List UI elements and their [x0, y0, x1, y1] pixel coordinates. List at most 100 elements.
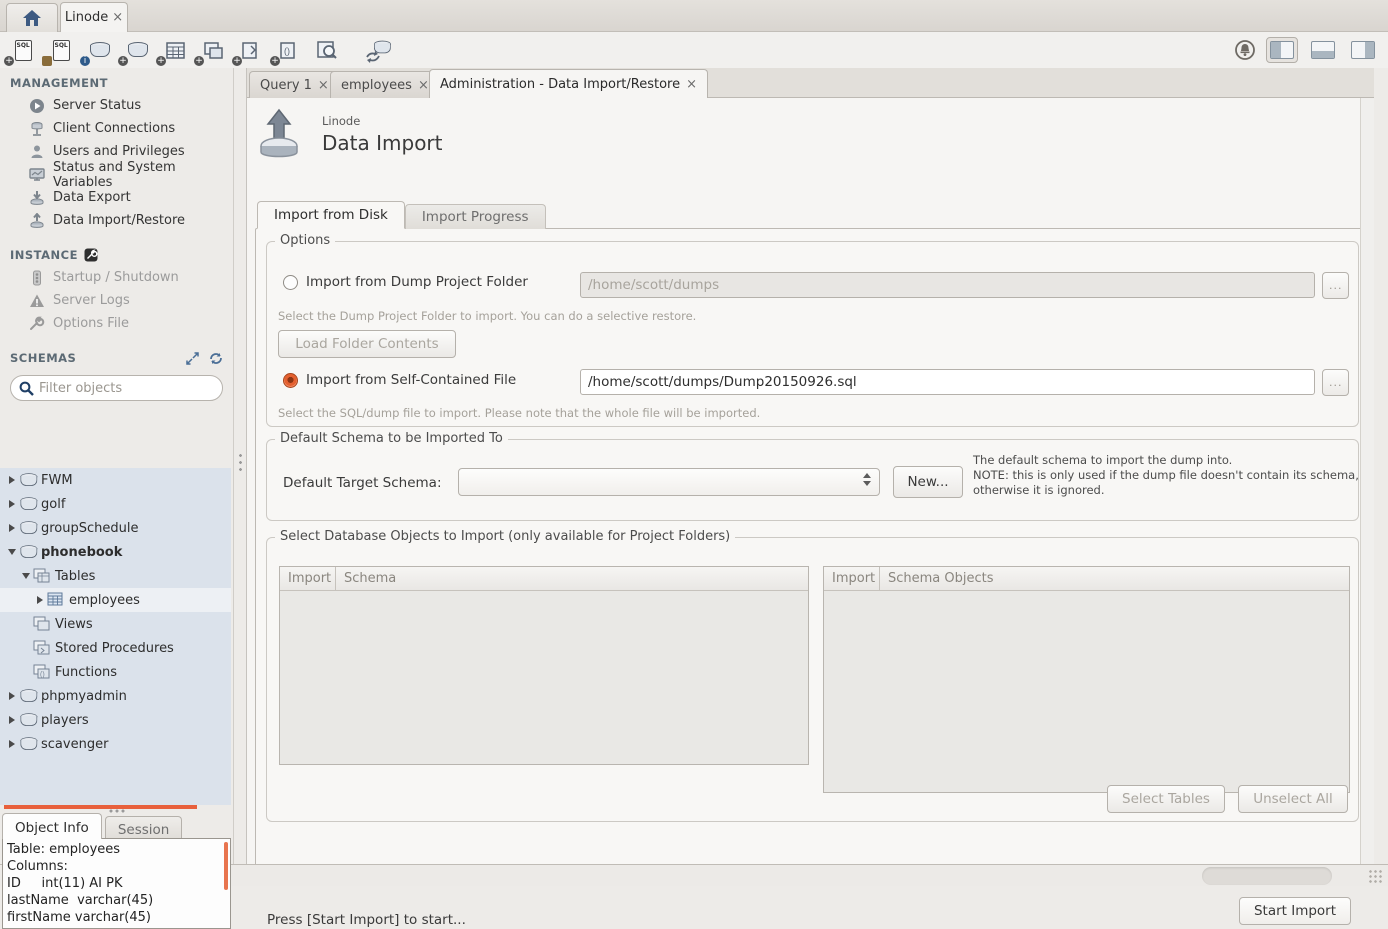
data-import-icon [28, 212, 45, 229]
tree-item-stored-procedures[interactable]: Stored Procedures [0, 636, 231, 660]
tab-query-1[interactable]: Query 1 × [249, 71, 340, 98]
sidebar-item-server-status[interactable]: Server Status [0, 94, 233, 117]
import-subtabs: Import from Disk Import Progress [257, 201, 546, 229]
tab-object-info[interactable]: Object Info [2, 813, 102, 839]
connection-tab-label: Linode [65, 10, 108, 25]
column-header-schema[interactable]: Schema [336, 567, 404, 590]
folder-radio-row: Import from Dump Project Folder [283, 274, 528, 290]
connection-tab[interactable]: Linode × [60, 2, 128, 32]
chevron-down-icon[interactable] [5, 549, 18, 555]
create-view-icon[interactable]: + [198, 37, 228, 63]
close-icon[interactable]: × [686, 78, 697, 91]
main-vertical-scrollbar[interactable] [1360, 98, 1374, 864]
import-file-radio[interactable] [283, 373, 298, 388]
default-target-schema-select[interactable] [458, 468, 880, 496]
tab-employees[interactable]: employees × [330, 71, 440, 98]
sidebar-item-data-import-restore[interactable]: Data Import/Restore [0, 209, 233, 232]
expand-schemas-icon[interactable] [186, 352, 199, 365]
chevron-right-icon[interactable] [5, 524, 18, 532]
chevron-right-icon[interactable] [5, 740, 18, 748]
sidebar-item-server-logs[interactable]: Server Logs [0, 289, 233, 312]
sidebar-item-client-connections[interactable]: Client Connections [0, 117, 233, 140]
chevron-right-icon[interactable] [5, 716, 18, 724]
sidebar-item-status-system-variables[interactable]: Status and System Variables [0, 163, 233, 186]
home-tab[interactable] [6, 3, 58, 32]
status-progress-area [1202, 867, 1332, 885]
toggle-right-sidebar-button[interactable] [1348, 38, 1378, 62]
startup-shutdown-icon [28, 269, 45, 286]
schema-table[interactable]: Import Schema [279, 566, 809, 765]
tree-item-phonebook[interactable]: phonebook [0, 540, 231, 564]
tree-item-golf[interactable]: golf [0, 492, 231, 516]
import-from-disk-panel: Options Import from Dump Project Folder … [255, 228, 1368, 871]
instance-header: INSTANCE [0, 232, 233, 266]
new-sql-tab-icon[interactable]: SQL + [8, 37, 38, 63]
page-header: Linode Data Import [258, 108, 443, 162]
close-icon[interactable]: × [112, 11, 123, 24]
reconnect-database-icon[interactable] [364, 37, 394, 63]
sidebar-item-startup-shutdown[interactable]: Startup / Shutdown [0, 266, 233, 289]
tab-import-from-disk[interactable]: Import from Disk [257, 201, 405, 229]
new-schema-button[interactable]: New... [893, 466, 963, 498]
tab-import-progress[interactable]: Import Progress [405, 204, 546, 229]
options-group: Options Import from Dump Project Folder … [266, 241, 1359, 427]
import-folder-radio[interactable] [283, 275, 298, 290]
tree-item-tables[interactable]: Tables [0, 564, 231, 588]
chevron-down-icon[interactable] [19, 573, 32, 579]
schema-icon [19, 496, 37, 512]
tree-item-functions[interactable]: () Functions [0, 660, 231, 684]
tab-administration-data-import[interactable]: Administration - Data Import/Restore × [429, 69, 708, 98]
schema-filter-input[interactable] [39, 381, 214, 396]
browse-file-button[interactable]: ... [1322, 369, 1349, 396]
tree-item-scavenger[interactable]: scavenger [0, 732, 231, 756]
tables-folder-icon [33, 568, 51, 584]
window-resize-grip[interactable] [1368, 869, 1384, 883]
schema-inspector-icon[interactable]: i [84, 37, 114, 63]
column-header-schema-objects[interactable]: Schema Objects [880, 567, 1002, 590]
info-panel-scrollbar[interactable] [224, 842, 228, 890]
dump-file-input[interactable] [580, 369, 1315, 395]
chevron-right-icon[interactable] [33, 596, 46, 604]
tab-session[interactable]: Session [105, 816, 183, 839]
schema-icon [19, 712, 37, 728]
close-icon[interactable]: × [418, 79, 429, 92]
schema-icon [19, 544, 37, 560]
column-header-import[interactable]: Import [824, 567, 880, 590]
close-icon[interactable]: × [318, 79, 329, 92]
default-schema-legend: Default Schema to be Imported To [275, 431, 508, 446]
start-import-button[interactable]: Start Import [1239, 897, 1351, 925]
tree-item-players[interactable]: players [0, 708, 231, 732]
tree-item-phpmyadmin[interactable]: phpmyadmin [0, 684, 231, 708]
toggle-left-sidebar-button[interactable] [1266, 37, 1298, 63]
refresh-schemas-icon[interactable] [209, 352, 223, 365]
client-connections-icon [28, 120, 45, 137]
dump-folder-input[interactable] [580, 272, 1315, 298]
tree-item-groupschedule[interactable]: groupSchedule [0, 516, 231, 540]
sidebar-splitter[interactable] [233, 68, 247, 864]
tree-item-employees[interactable]: employees [0, 588, 231, 612]
schema-objects-table[interactable]: Import Schema Objects [823, 566, 1350, 793]
sidebar-item-options-file[interactable]: Options File [0, 312, 233, 335]
chevron-right-icon[interactable] [5, 476, 18, 484]
toggle-bottom-panel-button[interactable] [1308, 38, 1338, 62]
create-function-icon[interactable]: () + [274, 37, 304, 63]
create-schema-icon[interactable]: + [122, 37, 152, 63]
notifications-icon[interactable] [1234, 39, 1256, 61]
folder-help-text: Select the Dump Project Folder to import… [278, 309, 696, 323]
create-table-icon[interactable]: + [160, 37, 190, 63]
object-info-text: Table: employees Columns: ID int(11) AI … [3, 839, 230, 928]
create-procedure-icon[interactable]: + [236, 37, 266, 63]
tree-item-fwm[interactable]: FWM [0, 468, 231, 492]
chevron-right-icon[interactable] [5, 500, 18, 508]
browse-folder-button[interactable]: ... [1322, 272, 1349, 299]
search-table-data-icon[interactable] [312, 37, 342, 63]
select-tables-button[interactable]: Select Tables [1107, 785, 1225, 813]
chevron-right-icon[interactable] [5, 692, 18, 700]
import-file-radio-label: Import from Self-Contained File [306, 372, 516, 388]
unselect-all-button[interactable]: Unselect All [1238, 785, 1348, 813]
tree-item-views[interactable]: Views [0, 612, 231, 636]
column-header-import[interactable]: Import [280, 567, 336, 590]
load-folder-contents-button[interactable]: Load Folder Contents [278, 330, 456, 358]
schema-table-header: Import Schema [280, 567, 808, 591]
open-sql-script-icon[interactable]: SQL [46, 37, 76, 63]
